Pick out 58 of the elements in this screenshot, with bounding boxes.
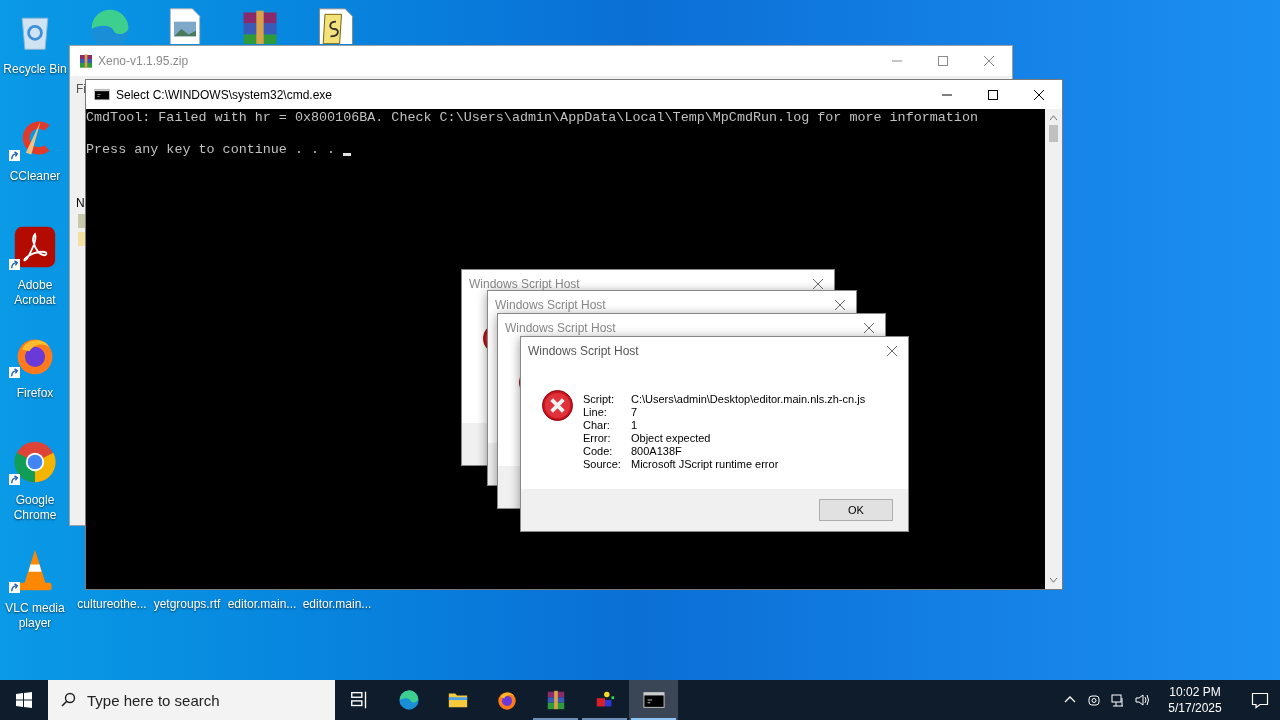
field-label: Line: — [583, 406, 608, 419]
terminal-icon[interactable] — [94, 88, 110, 101]
field-value: 800A138F — [631, 445, 683, 458]
desktop-icon-label[interactable]: Adobe Acrobat — [2, 278, 68, 308]
desktop-icon-label[interactable]: VLC media player — [2, 601, 68, 631]
field-value: Microsoft JScript runtime error — [631, 458, 780, 471]
start-icon[interactable] — [16, 692, 32, 708]
network-icon[interactable] — [1110, 692, 1126, 708]
field-label: Script: — [583, 393, 616, 406]
dialog-title: Windows Script Host — [528, 343, 639, 360]
field-label: Code: — [583, 445, 614, 458]
desktop-icon-label[interactable]: Firefox — [16, 386, 54, 401]
console-output-line: CmdTool: Failed with hr = 0x800106BA. Check C:\Users\admin\AppData\Local\Temp\MpCmdRun.log for more information — [86, 110, 979, 126]
camera-icon[interactable] — [1086, 692, 1102, 708]
close-icon[interactable] — [863, 322, 875, 334]
browser-ring-icon[interactable] — [13, 440, 57, 484]
field-value: C:\Users\admin\Desktop\editor.main.nls.zh-cn.js — [631, 393, 866, 406]
scroll-down-icon[interactable] — [1049, 577, 1058, 584]
field-value: Object expected — [631, 432, 712, 445]
swirl-browser-icon[interactable] — [397, 689, 420, 711]
desktop-icon-label[interactable]: yetgroups.rtf — [149, 597, 225, 612]
search-icon — [60, 692, 76, 708]
notification-icon[interactable] — [1251, 691, 1269, 709]
window-title: Xeno-v1.1.95.zip — [98, 53, 189, 70]
dialog-title: Windows Script Host — [469, 276, 580, 293]
error-icon — [541, 389, 574, 422]
taskbar-app-button[interactable] — [629, 680, 678, 720]
desktop-icon-label[interactable]: editor.main... — [299, 597, 375, 612]
dialog-title: Windows Script Host — [495, 297, 606, 314]
desktop-icon-label[interactable]: Google Chrome — [2, 493, 68, 523]
scrollbar-thumb[interactable] — [1049, 125, 1058, 142]
search-field[interactable]: Type here to search — [48, 680, 335, 720]
fox-globe-icon[interactable] — [495, 689, 518, 711]
column-header[interactable]: N — [76, 194, 85, 212]
close-icon[interactable] — [834, 299, 846, 311]
desktop-icon-label[interactable]: CCleaner — [9, 169, 61, 184]
field-label: Source: — [583, 458, 622, 471]
document-app-icon[interactable] — [13, 225, 57, 269]
dialog-title: Windows Script Host — [505, 320, 616, 337]
ok-button[interactable]: OK — [819, 499, 893, 521]
archive-stack-icon[interactable] — [78, 53, 94, 69]
text-cursor — [343, 153, 352, 156]
speaker-icon[interactable] — [1134, 692, 1150, 708]
console-prompt-line: Press any key to continue . . . — [86, 142, 336, 158]
window-title: Select C:\WINDOWS\system32\cmd.exe — [116, 86, 333, 104]
scrollbar[interactable] — [1045, 109, 1062, 589]
field-value: 7 — [631, 406, 639, 419]
terminal-icon[interactable] — [642, 689, 665, 711]
desktop-icon-label[interactable]: cultureothe... — [74, 597, 150, 612]
clock[interactable]: 10:02 PM 5/17/2025 — [1158, 680, 1232, 720]
menu-item[interactable]: Fi — [76, 80, 86, 98]
desktop-icon-label[interactable]: Recycle Bin — [3, 62, 67, 77]
field-value: 1 — [631, 419, 639, 432]
close-icon[interactable] — [812, 278, 824, 290]
field-label: Error: — [583, 432, 612, 445]
field-label: Char: — [583, 419, 611, 432]
desktop-icon-label[interactable]: editor.main... — [224, 597, 300, 612]
scroll-up-icon[interactable] — [1049, 114, 1058, 121]
